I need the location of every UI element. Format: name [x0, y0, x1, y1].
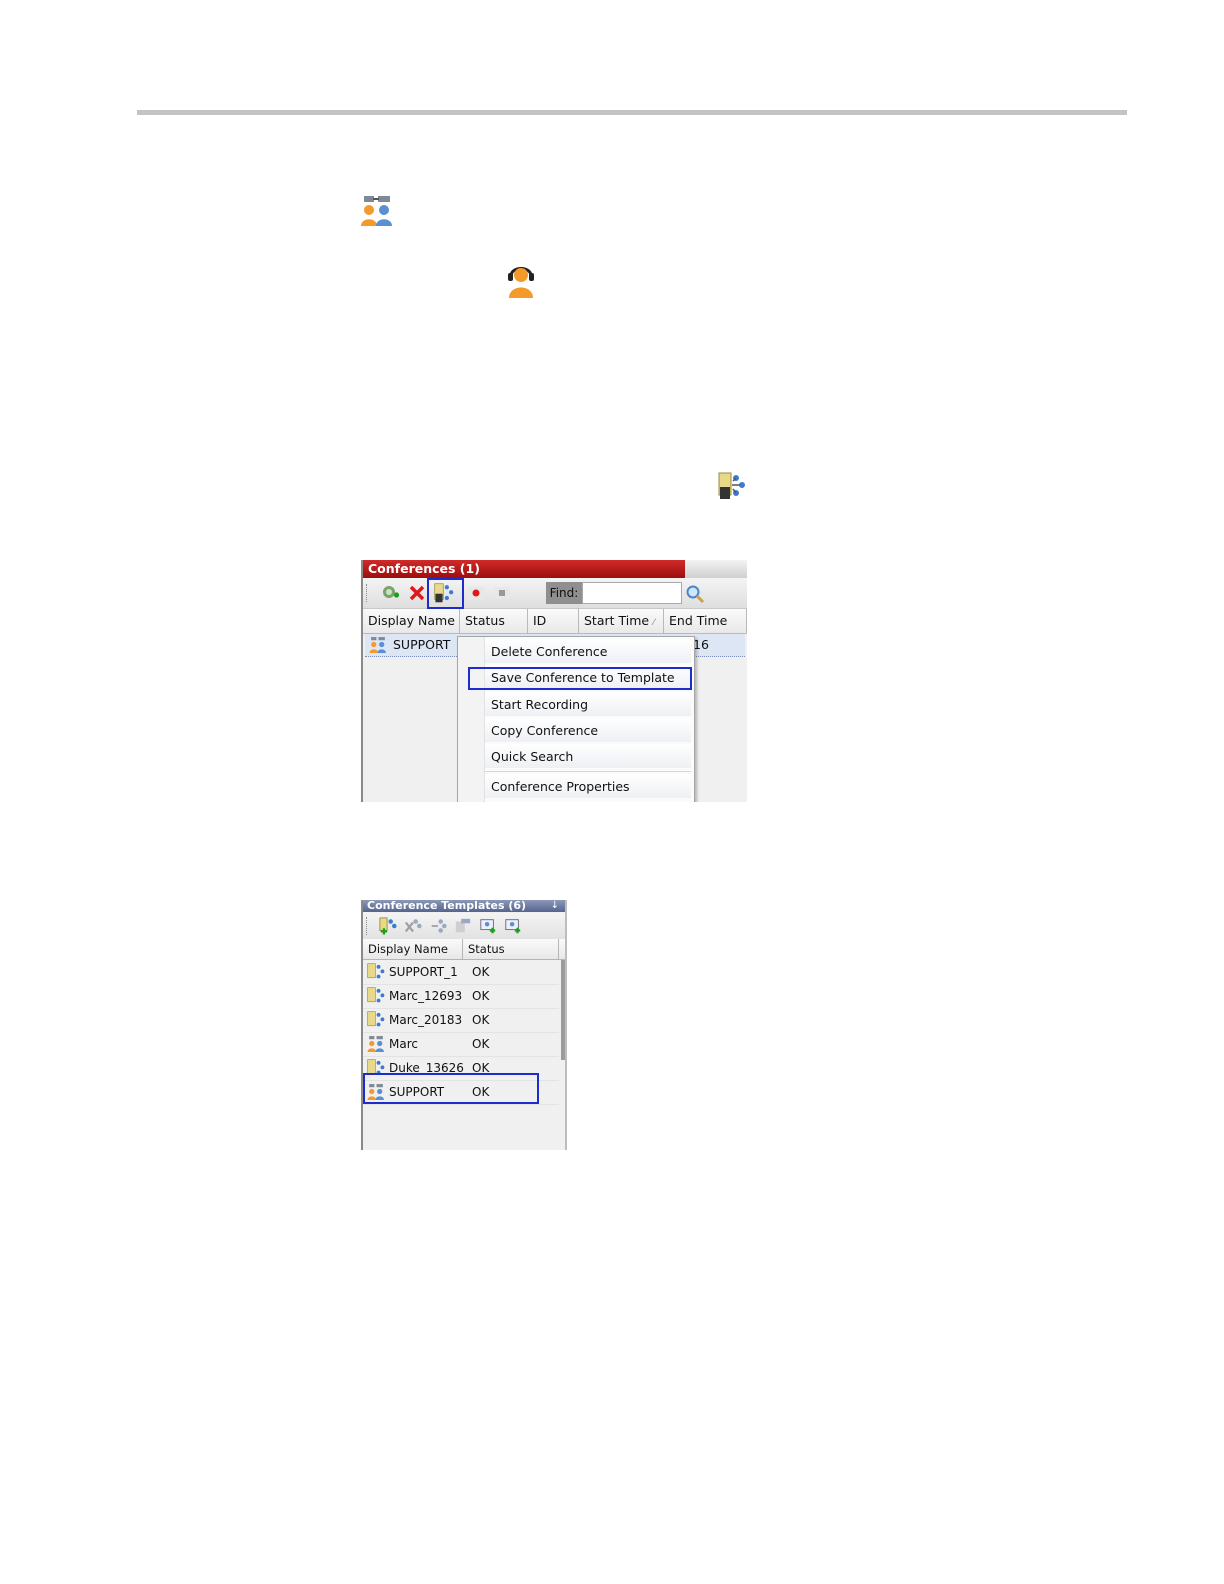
list-item[interactable]: SUPPORT_1 OK: [363, 960, 559, 985]
properties-template-icon[interactable]: [452, 916, 474, 936]
row-end-time: 16: [693, 637, 709, 652]
col-display-name[interactable]: Display Name: [363, 609, 460, 633]
operator-icon: [505, 262, 537, 298]
conference-icon: [369, 636, 387, 654]
toolbar-grip[interactable]: [366, 584, 370, 602]
template-status: OK: [472, 989, 490, 1003]
find-label: Find:: [546, 582, 582, 604]
start-template-icon[interactable]: [427, 916, 449, 936]
delete-template-icon[interactable]: [402, 916, 424, 936]
template-name: Marc_20183: [389, 1013, 463, 1027]
menu-item-quick-search[interactable]: Quick Search: [491, 749, 573, 764]
conference-icon: [367, 1035, 385, 1053]
add-to-ongoing-icon[interactable]: [477, 916, 499, 936]
stop-icon[interactable]: [491, 583, 513, 603]
row-highlight-box: [363, 1073, 539, 1104]
template-icon: [367, 963, 385, 981]
template-icon: [367, 987, 385, 1005]
template-name: SUPPORT_1: [389, 965, 458, 979]
conference-icon: [360, 195, 394, 227]
toolbar-grip[interactable]: [366, 917, 370, 935]
list-item[interactable]: Marc OK: [363, 1032, 559, 1057]
list-item[interactable]: Marc_12693 OK: [363, 984, 559, 1009]
conferences-panel: Conferences (1) Find: Display Name Statu…: [361, 560, 747, 802]
template-icon: [367, 1011, 385, 1029]
template-name: Marc: [389, 1037, 418, 1051]
find-input[interactable]: [582, 582, 682, 604]
templates-title: Conference Templates (6): [363, 900, 565, 912]
context-menu-gutter: [458, 637, 485, 802]
conferences-column-header: Display Name Status ID Start Time ⁄ End …: [363, 609, 747, 634]
menu-separator: [485, 771, 691, 772]
header-rule: [137, 110, 1127, 115]
template-status: OK: [472, 965, 490, 979]
new-conference-icon[interactable]: [379, 583, 401, 603]
template-status: OK: [472, 1037, 490, 1051]
templates-column-header: Display Name Status: [363, 939, 565, 960]
menu-item-start-recording[interactable]: Start Recording: [491, 697, 588, 712]
col-end-time[interactable]: End Time: [664, 609, 747, 633]
menu-highlight-box: [468, 667, 692, 690]
context-menu: Delete Conference Save Conference to Tem…: [457, 636, 695, 802]
list-item[interactable]: Marc_20183 OK: [363, 1008, 559, 1033]
add-reservation-icon[interactable]: [502, 916, 524, 936]
template-name: Marc_12693: [389, 989, 463, 1003]
conferences-toolbar: Find:: [363, 578, 747, 609]
template-status: OK: [472, 1013, 490, 1027]
save-to-template-icon: [718, 472, 746, 500]
menu-item-copy-conference[interactable]: Copy Conference: [491, 723, 598, 738]
toolbar-highlight-box: [427, 578, 464, 609]
search-icon[interactable]: [685, 584, 705, 604]
menu-item-delete-conference[interactable]: Delete Conference: [491, 644, 607, 659]
col-id[interactable]: ID: [528, 609, 579, 633]
title-bar-tail: [685, 560, 747, 578]
templates-panel: Conference Templates (6) ↓ Display Name …: [361, 900, 567, 1150]
col-display-name[interactable]: Display Name: [363, 939, 463, 959]
delete-icon[interactable]: [406, 583, 428, 603]
scrollbar[interactable]: [561, 960, 565, 1060]
col-start-time-label: Start Time: [584, 613, 650, 628]
col-status[interactable]: Status: [463, 939, 559, 959]
pin-icon[interactable]: ↓: [551, 900, 559, 911]
new-template-icon[interactable]: [377, 916, 399, 936]
record-icon[interactable]: [465, 583, 487, 603]
sort-indicator: ⁄: [653, 618, 655, 628]
row-display-name: SUPPORT: [393, 637, 451, 652]
menu-item-conference-properties[interactable]: Conference Properties: [491, 779, 630, 794]
col-status[interactable]: Status: [460, 609, 528, 633]
col-start-time[interactable]: Start Time ⁄: [579, 609, 664, 633]
templates-toolbar: [363, 913, 565, 940]
